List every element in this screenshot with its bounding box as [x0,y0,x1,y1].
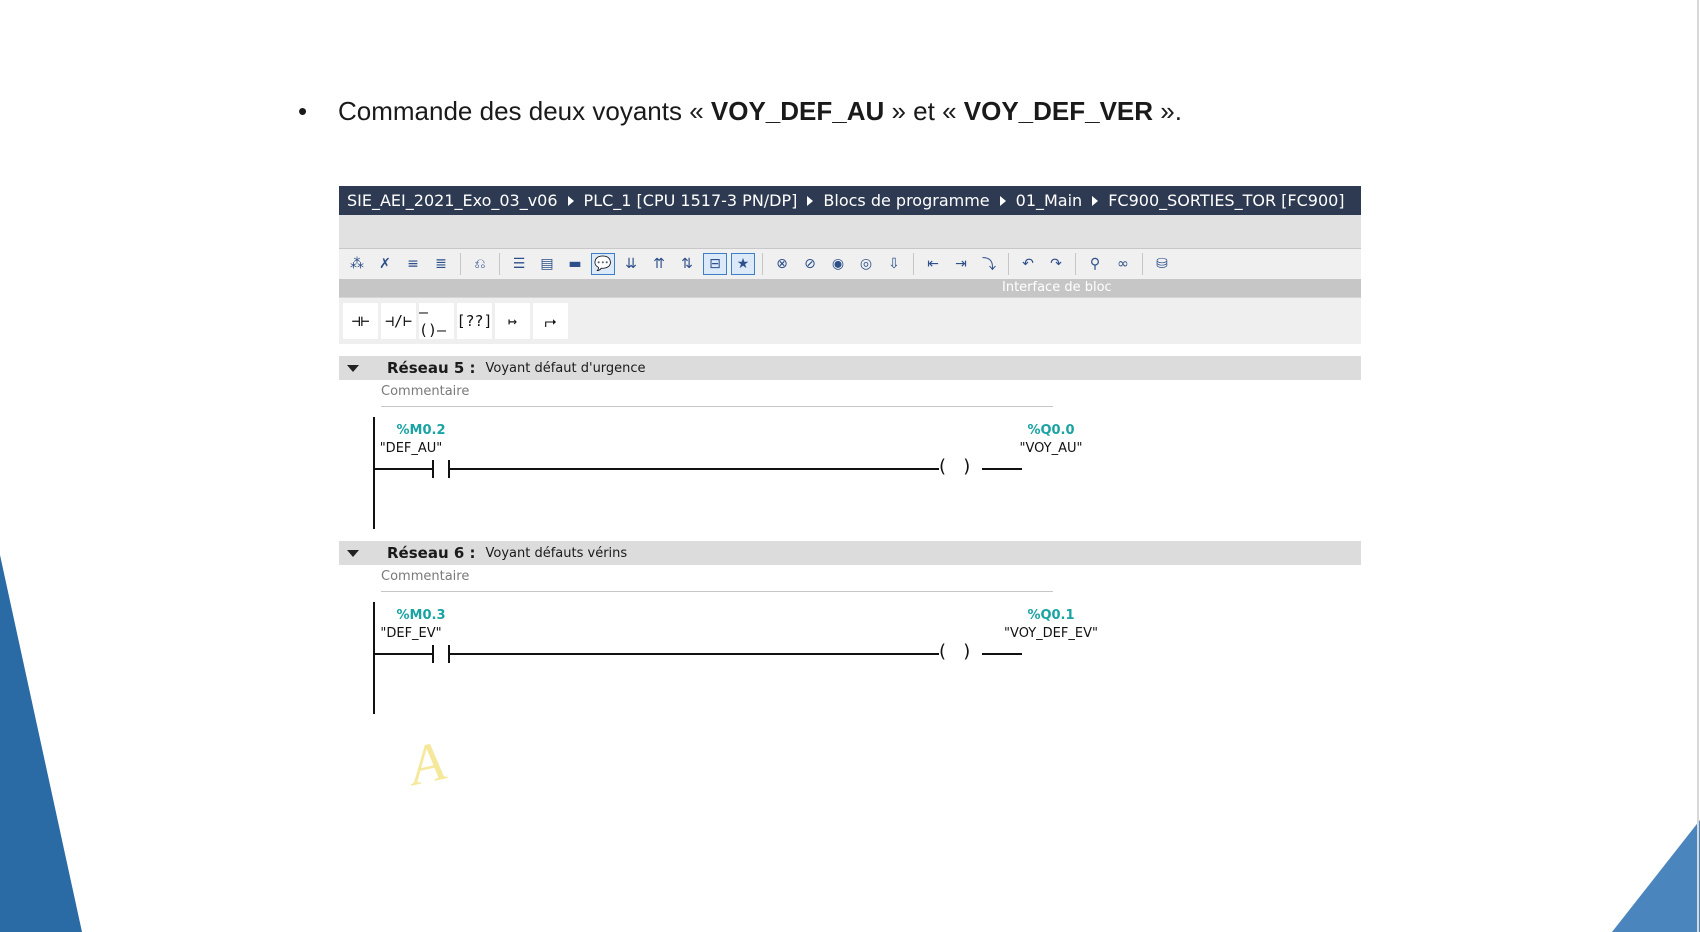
close-branch-button[interactable]: ⮣ [533,303,568,339]
networks-icon[interactable]: ⇅ [675,253,699,275]
monitoring-icon[interactable]: ⚲ [1083,253,1107,275]
ladder-network: %M0.2 "DEF_AU" %Q0.0 "VOY_AU" ( ) [339,407,1361,541]
network-comment[interactable]: Commentaire [381,380,1053,407]
wire-segment [449,468,939,470]
open-branch-button[interactable]: ↦ [495,303,530,339]
panel-icon[interactable]: ▬ [563,253,587,275]
breadcrumb: SIE_AEI_2021_Exo_03_v06 PLC_1 [CPU 1517-… [339,186,1361,215]
contact-tag[interactable]: "DEF_EV" [339,626,491,641]
chevron-right-icon [999,195,1006,206]
window-icon[interactable]: ▤ [535,253,559,275]
coil-symbol[interactable]: ( ) [939,456,970,477]
contact-bar-left [432,460,434,478]
coil-symbol[interactable]: ( ) [939,641,970,662]
wire-segment [374,468,434,470]
ladder-network: %M0.3 "DEF_EV" %Q0.1 "VOY_DEF_EV" ( ) [339,592,1361,722]
collapse-icon[interactable]: ⇈ [647,253,671,275]
wire-segment [449,653,939,655]
contact-bar-left [432,645,434,663]
network-description[interactable]: Voyant défaut d'urgence [486,361,646,376]
coil-tag[interactable]: "VOY_AU" [971,441,1131,456]
tia-portal-screenshot: SIE_AEI_2021_Exo_03_v06 PLC_1 [CPU 1517-… [339,186,1361,746]
collapse-triangle-icon[interactable] [347,364,359,372]
no-contact-button[interactable]: ⊣⊢ [343,303,378,339]
delete-network-icon[interactable]: ✗ [373,253,397,275]
network-title: Réseau 5 : [387,359,476,377]
go-to-next-error-icon[interactable]: ⊘ [798,253,822,275]
emphasis-voy-def-au: VOY_DEF_AU [710,96,885,126]
wire-segment [982,468,1022,470]
bullet-dot: • [298,96,308,126]
breadcrumb-item[interactable]: FC900_SORTIES_TOR [FC900] [1108,191,1344,210]
contact-address[interactable]: %M0.3 [351,608,491,623]
toolbar-separator [913,253,914,275]
breadcrumb-item[interactable]: SIE_AEI_2021_Exo_03_v06 [347,191,558,210]
block-interface-label: Interface de bloc [1002,280,1112,295]
toolbar-separator [1142,253,1143,275]
add-row-icon[interactable]: ≣ [429,253,453,275]
contact-tag[interactable]: "DEF_AU" [339,441,491,456]
go-to-error-icon[interactable]: ⊗ [770,253,794,275]
expand-all-icon[interactable]: ⇊ [619,253,643,275]
empty-box-button[interactable]: [??] [456,303,493,339]
collapse-triangle-icon[interactable] [347,549,359,557]
breadcrumb-item[interactable]: 01_Main [1016,191,1083,210]
coil-address[interactable]: %Q0.0 [981,423,1121,438]
reset-icon[interactable]: ⎌ [468,253,492,275]
wire-segment [374,653,434,655]
toolbar-separator [460,253,461,275]
block-interface-bar[interactable]: Interface de bloc [339,279,1361,297]
spacer [339,344,1361,356]
undo-icon[interactable]: ↶ [1016,253,1040,275]
outdent-icon[interactable]: ⇥ [949,253,973,275]
network-description[interactable]: Voyant défauts vérins [486,546,628,561]
absolute-address-icon[interactable]: ⊟ [703,253,727,275]
emphasis-voy-def-ver: VOY_DEF_VER [963,96,1154,126]
toolbar-separator [762,253,763,275]
database-icon[interactable]: ⛁ [1150,253,1174,275]
network-title: Réseau 6 : [387,544,476,562]
monitor-icon[interactable]: ◉ [826,253,850,275]
instruction-favorites-bar: ⊣⊢ ⊣/⊢ –()– [??] ↦ ⮣ [339,297,1361,344]
insert-row-icon[interactable]: ≡ [401,253,425,275]
network-header[interactable]: Réseau 5 : Voyant défaut d'urgence [339,356,1361,380]
insert-network-icon[interactable]: ⁂ [345,253,369,275]
coil-tag[interactable]: "VOY_DEF_EV" [971,626,1131,641]
coil-address[interactable]: %Q0.1 [981,608,1121,623]
indent-icon[interactable]: ⇤ [921,253,945,275]
glasses-icon[interactable]: ∞ [1111,253,1135,275]
network-comment[interactable]: Commentaire [381,565,1053,592]
chevron-right-icon [567,195,574,206]
nc-contact-button[interactable]: ⊣/⊢ [381,303,416,339]
chevron-right-icon [807,195,814,206]
comments-icon[interactable]: 💬 [591,253,615,275]
network-header[interactable]: Réseau 6 : Voyant défauts vérins [339,541,1361,565]
contact-address[interactable]: %M0.2 [351,423,491,438]
snapshot-icon[interactable]: ◎ [854,253,878,275]
sort-icon[interactable]: ⤵ [977,253,1001,275]
favorites-icon[interactable]: ★ [731,253,755,275]
download-icon[interactable]: ⇩ [882,253,906,275]
chevron-right-icon [1092,195,1099,206]
toolbar-separator [1008,253,1009,275]
editor-header-bar [339,215,1361,249]
list-view-icon[interactable]: ☰ [507,253,531,275]
wire-segment [982,653,1022,655]
redo-icon[interactable]: ↷ [1044,253,1068,275]
breadcrumb-item[interactable]: Blocs de programme [823,191,989,210]
toolbar-separator [1075,253,1076,275]
toolbar-separator [499,253,500,275]
slide-bullet-text: • Commande des deux voyants « VOY_DEF_AU … [298,96,1182,126]
editor-toolbar: ⁂ ✗ ≡ ≣ ⎌ ☰ ▤ ▬ 💬 ⇊ ⇈ ⇅ ⊟ ★ ⊗ ⊘ ◉ ◎ ⇩ ⇤ … [339,249,1361,279]
breadcrumb-item[interactable]: PLC_1 [CPU 1517-3 PN/DP] [584,191,798,210]
coil-button[interactable]: –()– [419,303,454,339]
